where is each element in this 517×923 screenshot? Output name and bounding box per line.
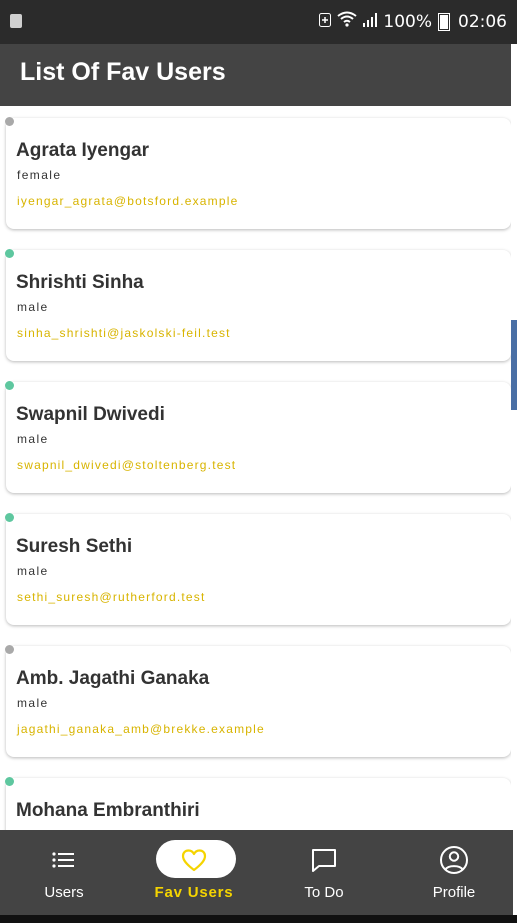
nav-label: Fav Users [154,884,234,901]
page-title: List Of Fav Users [20,58,226,86]
user-email: sinha_shrishti@jaskolski-feil.test [17,326,231,340]
nav-item-profile[interactable]: Profile [390,830,517,915]
status-dot [5,117,14,126]
user-name: Swapnil Dwivedi [16,404,165,425]
user-card[interactable]: Agrata Iyengar female iyengar_agrata@bot… [5,117,511,229]
user-gender: male [17,300,49,314]
status-dot [5,777,14,786]
signal-icon [363,12,378,32]
nav-item-users[interactable]: Users [0,830,128,915]
nav-label: To Do [304,884,344,901]
heart-icon [174,844,214,876]
clock: 02:06 [458,11,507,32]
user-card[interactable]: Swapnil Dwivedi male swapnil_dwivedi@sto… [5,381,511,493]
wifi-icon [337,11,358,32]
user-card[interactable]: Shrishti Sinha male sinha_shrishti@jasko… [5,249,511,361]
user-card[interactable]: Amb. Jagathi Ganaka male jagathi_ganaka_… [5,645,511,757]
battery-icon [438,12,450,31]
chat-bubble-icon [304,844,344,876]
bottom-navigation: Users Fav Users To Do Profile [0,830,513,915]
app-bar: List Of Fav Users [0,44,511,106]
user-card[interactable]: Suresh Sethi male sethi_suresh@rutherfor… [5,513,511,625]
fav-users-list[interactable]: Agrata Iyengar female iyengar_agrata@bot… [0,106,511,830]
data-saver-icon [319,12,332,32]
status-bar: 100% 02:06 [0,0,517,44]
user-name: Shrishti Sinha [16,272,144,293]
nav-label: Users [44,884,84,901]
account-circle-icon [434,844,474,876]
user-gender: male [17,564,49,578]
user-name: Agrata Iyengar [16,140,150,161]
user-email: jagathi_ganaka_amb@brekke.example [17,722,265,736]
user-name: Amb. Jagathi Ganaka [16,668,210,689]
user-gender: male [17,432,49,446]
user-email: sethi_suresh@rutherford.test [17,590,206,604]
user-gender: male [17,696,49,710]
system-nav-strip [0,915,517,923]
sim-card-icon [10,14,22,28]
user-email: swapnil_dwivedi@stoltenberg.test [17,458,237,472]
status-icons: 100% 02:06 [319,11,507,32]
battery-percent: 100% [383,11,432,32]
nav-item-fav-users[interactable]: Fav Users [130,830,258,915]
scrollbar[interactable] [511,320,517,410]
user-card[interactable]: Mohana Embranthiri [5,777,511,830]
user-gender: female [17,168,62,182]
status-dot [5,513,14,522]
nav-item-to-do[interactable]: To Do [260,830,388,915]
nav-label: Profile [432,884,476,901]
right-edge [511,44,517,923]
user-name: Suresh Sethi [16,536,133,557]
user-name: Mohana Embranthiri [16,800,200,821]
status-dot [5,249,14,258]
list-icon [44,844,84,876]
status-dot [5,381,14,390]
user-email: iyengar_agrata@botsford.example [17,194,239,208]
status-dot [5,645,14,654]
